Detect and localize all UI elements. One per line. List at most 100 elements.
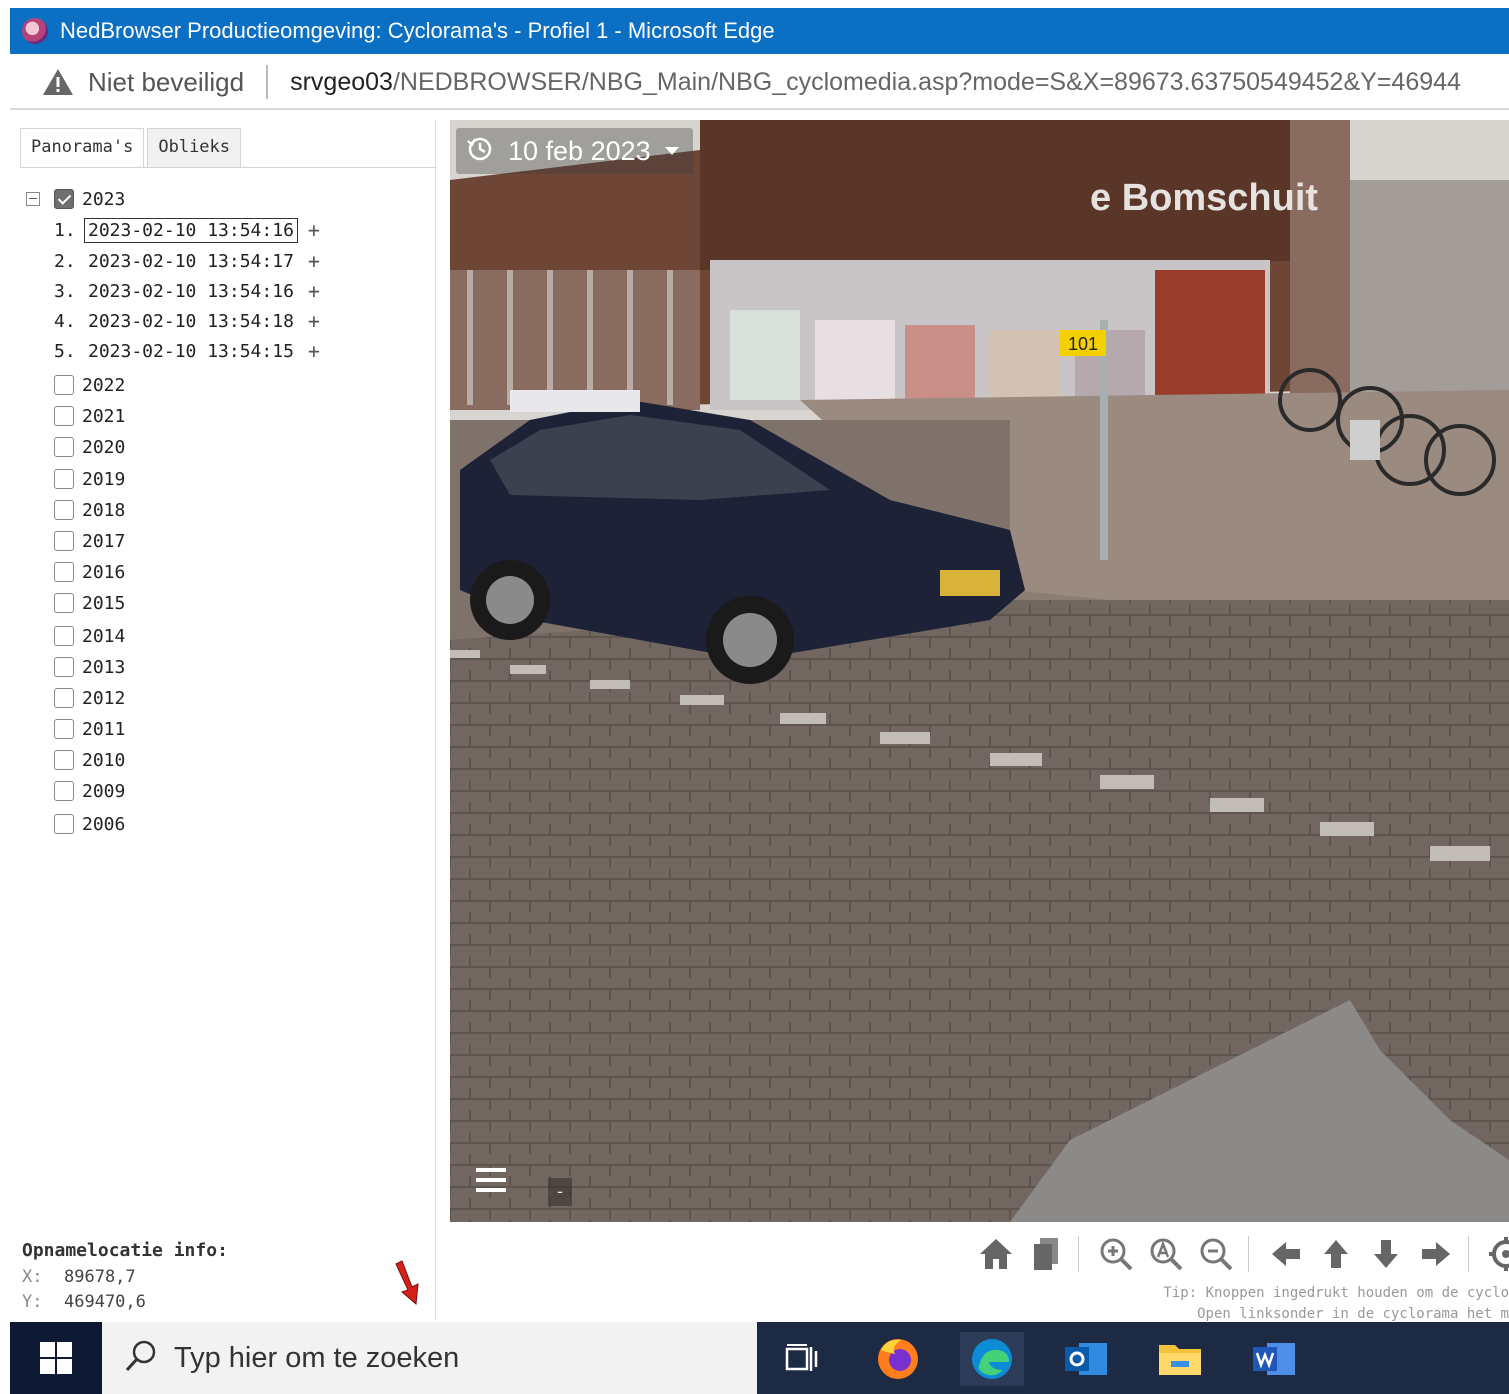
year-checkbox[interactable] (54, 719, 74, 739)
tree-year-2019[interactable]: 2019 (54, 466, 125, 492)
firefox-icon[interactable] (866, 1332, 930, 1386)
year-checkbox[interactable] (54, 781, 74, 801)
location-y: Y: 469470,6 (22, 1290, 228, 1315)
arrow-up-icon[interactable] (1318, 1234, 1354, 1274)
location-info: Opnamelocatie info: X: 89678,7 Y: 469470,6 (22, 1240, 228, 1315)
minimap-toggle-button[interactable]: - (548, 1178, 572, 1206)
url-path: /NEDBROWSER/NBG_Main/NBG_cyclomedia.asp?… (392, 67, 1461, 96)
tab-strip: Panorama's Oblieks (20, 128, 242, 168)
year-checkbox[interactable] (54, 814, 74, 834)
windows-logo-icon (40, 1342, 72, 1374)
task-view-icon[interactable] (770, 1332, 834, 1386)
year-label: 2023 (82, 188, 126, 210)
taskbar-search-box[interactable]: Typ hier om te zoeken (102, 1322, 757, 1394)
recording-index: 4. (54, 310, 76, 332)
word-icon[interactable] (1242, 1332, 1306, 1386)
zoom-out-icon[interactable] (1198, 1234, 1234, 1274)
year-checkbox[interactable] (54, 500, 74, 520)
edge-icon[interactable] (960, 1332, 1024, 1386)
tree-year-2017[interactable]: 2017 (54, 528, 125, 554)
outlook-icon[interactable] (1054, 1332, 1118, 1386)
tree-year-2013[interactable]: 2013 (54, 654, 125, 680)
year-checkbox[interactable] (54, 626, 74, 646)
copy-icon[interactable] (1028, 1234, 1064, 1274)
file-explorer-icon[interactable] (1148, 1332, 1212, 1386)
year-checkbox[interactable] (54, 406, 74, 426)
checkbox-2023[interactable] (54, 189, 74, 209)
tab-oblieks[interactable]: Oblieks (147, 128, 242, 168)
stop-number: 101 (1068, 334, 1098, 354)
tree-year-2010[interactable]: 2010 (54, 747, 125, 773)
tree-year-2006[interactable]: 2006 (54, 811, 125, 837)
tree-year-2015[interactable]: 2015 (54, 590, 125, 616)
security-label[interactable]: Niet beveiligd (88, 67, 244, 98)
recording-index: 5. (54, 340, 76, 362)
windows-start-button[interactable] (10, 1322, 102, 1394)
year-checkbox[interactable] (54, 562, 74, 582)
year-checkbox[interactable] (54, 593, 74, 613)
url-field[interactable]: srvgeo03/NEDBROWSER/NBG_Main/NBG_cyclome… (290, 68, 1461, 97)
hamburger-menu-icon[interactable] (476, 1166, 506, 1198)
tab-panoramas[interactable]: Panorama's (20, 128, 145, 168)
year-label: 2010 (82, 749, 126, 771)
tree-year-2012[interactable]: 2012 (54, 685, 125, 711)
plus-icon[interactable]: + (308, 249, 320, 273)
year-label: 2016 (82, 561, 126, 583)
search-placeholder: Typ hier om te zoeken (174, 1341, 460, 1374)
year-checkbox[interactable] (54, 688, 74, 708)
recording-timestamp[interactable]: 2023-02-10 13:54:16 (84, 279, 298, 304)
tree-year-2020[interactable]: 2020 (54, 434, 125, 460)
recording-timestamp[interactable]: 2023-02-10 13:54:18 (84, 309, 298, 334)
recording-timestamp[interactable]: 2023-02-10 13:54:17 (84, 249, 298, 274)
arrow-left-icon[interactable] (1268, 1234, 1304, 1274)
collapse-icon[interactable] (26, 192, 40, 206)
year-label: 2021 (82, 405, 126, 427)
history-icon (466, 135, 494, 167)
tree-year-2016[interactable]: 2016 (54, 559, 125, 585)
zoom-reset-icon[interactable] (1148, 1234, 1184, 1274)
plus-icon[interactable]: + (308, 218, 320, 242)
address-bar: Niet beveiligd srvgeo03/NEDBROWSER/NBG_M… (10, 56, 1509, 110)
home-icon[interactable] (978, 1234, 1014, 1274)
plus-icon[interactable]: + (308, 279, 320, 303)
x-value: 89678,7 (64, 1267, 136, 1287)
panorama-image[interactable]: 101 e Bomschuit (450, 120, 1509, 1222)
year-label: 2020 (82, 436, 126, 458)
tree-year-2018[interactable]: 2018 (54, 497, 125, 523)
zoom-in-icon[interactable] (1098, 1234, 1134, 1274)
recording-item[interactable]: 4. 2023-02-10 13:54:18 + (54, 308, 320, 334)
recording-item[interactable]: 3. 2023-02-10 13:54:16 + (54, 278, 320, 304)
settings-icon[interactable] (1488, 1234, 1509, 1274)
plus-icon[interactable]: + (308, 339, 320, 363)
plus-icon[interactable]: + (308, 309, 320, 333)
year-checkbox[interactable] (54, 437, 74, 457)
year-checkbox[interactable] (54, 469, 74, 489)
recording-timestamp[interactable]: 2023-02-10 13:54:16 (84, 217, 298, 243)
arrow-down-icon[interactable] (1368, 1234, 1404, 1274)
tip-text: Tip: Knoppen ingedrukt houden om de cycl… (1110, 1283, 1509, 1325)
year-checkbox[interactable] (54, 750, 74, 770)
nedbrowser-app-icon (22, 18, 48, 44)
year-label: 2019 (82, 468, 126, 490)
tree-year-2011[interactable]: 2011 (54, 716, 125, 742)
date-selector[interactable]: 10 feb 2023 (456, 128, 693, 174)
red-arrow-icon (390, 1260, 426, 1310)
year-checkbox[interactable] (54, 375, 74, 395)
tree-year-2022[interactable]: 2022 (54, 372, 125, 398)
tree-year-2021[interactable]: 2021 (54, 403, 125, 429)
cyclorama-viewer[interactable]: 101 e Bomschuit 10 feb 2023 - (450, 120, 1509, 1222)
tree-year-2014[interactable]: 2014 (54, 623, 125, 649)
tree-year-2023[interactable]: 2023 (54, 186, 125, 212)
tree-year-2009[interactable]: 2009 (54, 778, 125, 804)
tip-line-1: Tip: Knoppen ingedrukt houden om de cycl… (1163, 1285, 1509, 1301)
recording-item[interactable]: 2. 2023-02-10 13:54:17 + (54, 248, 320, 274)
arrow-right-icon[interactable] (1418, 1234, 1454, 1274)
year-checkbox[interactable] (54, 531, 74, 551)
x-label: X: (22, 1267, 43, 1287)
warning-icon[interactable] (42, 67, 74, 97)
recording-item[interactable]: 5. 2023-02-10 13:54:15 + (54, 338, 320, 364)
year-checkbox[interactable] (54, 657, 74, 677)
recording-item[interactable]: 1. 2023-02-10 13:54:16 + (54, 217, 320, 243)
year-label: 2017 (82, 530, 126, 552)
recording-timestamp[interactable]: 2023-02-10 13:54:15 (84, 339, 298, 364)
